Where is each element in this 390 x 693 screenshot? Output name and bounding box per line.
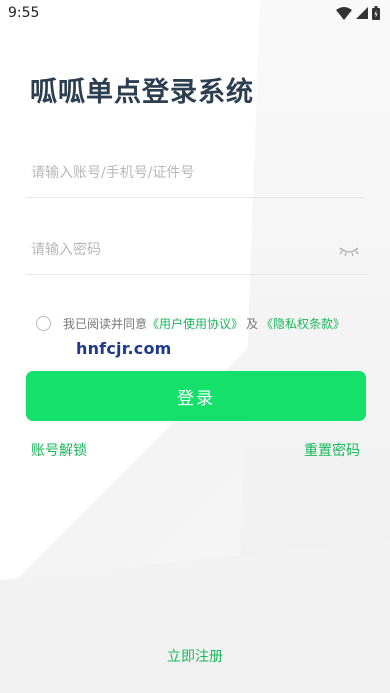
status-bar: 9:55	[0, 0, 390, 26]
agreement-row: 我已阅读并同意 《用户使用协议》 及 《隐私权条款》	[36, 313, 376, 333]
wifi-icon	[336, 6, 352, 20]
battery-icon	[372, 6, 380, 20]
password-input[interactable]	[26, 241, 316, 258]
account-unlock-link[interactable]: 账号解锁	[31, 440, 87, 460]
agreement-checkbox[interactable]	[36, 315, 51, 331]
login-button[interactable]: 登录	[26, 371, 366, 421]
privacy-policy-link[interactable]: 《隐私权条款》	[261, 315, 345, 332]
password-field-container	[26, 225, 366, 275]
user-agreement-link[interactable]: 《用户使用协议》	[147, 315, 243, 332]
reset-password-link[interactable]: 重置密码	[304, 440, 360, 460]
register-link[interactable]: 立即注册	[0, 646, 390, 666]
status-time: 9:55	[8, 5, 40, 21]
agreement-prefix: 我已阅读并同意	[63, 316, 148, 331]
status-icons	[336, 6, 380, 20]
account-field-container	[26, 148, 366, 198]
signal-icon	[356, 7, 368, 19]
page-title: 呱呱单点登录系统	[30, 77, 254, 108]
agreement-conjunction: 及	[246, 316, 259, 331]
eye-closed-icon[interactable]	[338, 241, 360, 259]
watermark-text: hnfcjr.com	[76, 339, 172, 358]
account-input[interactable]	[26, 164, 316, 181]
